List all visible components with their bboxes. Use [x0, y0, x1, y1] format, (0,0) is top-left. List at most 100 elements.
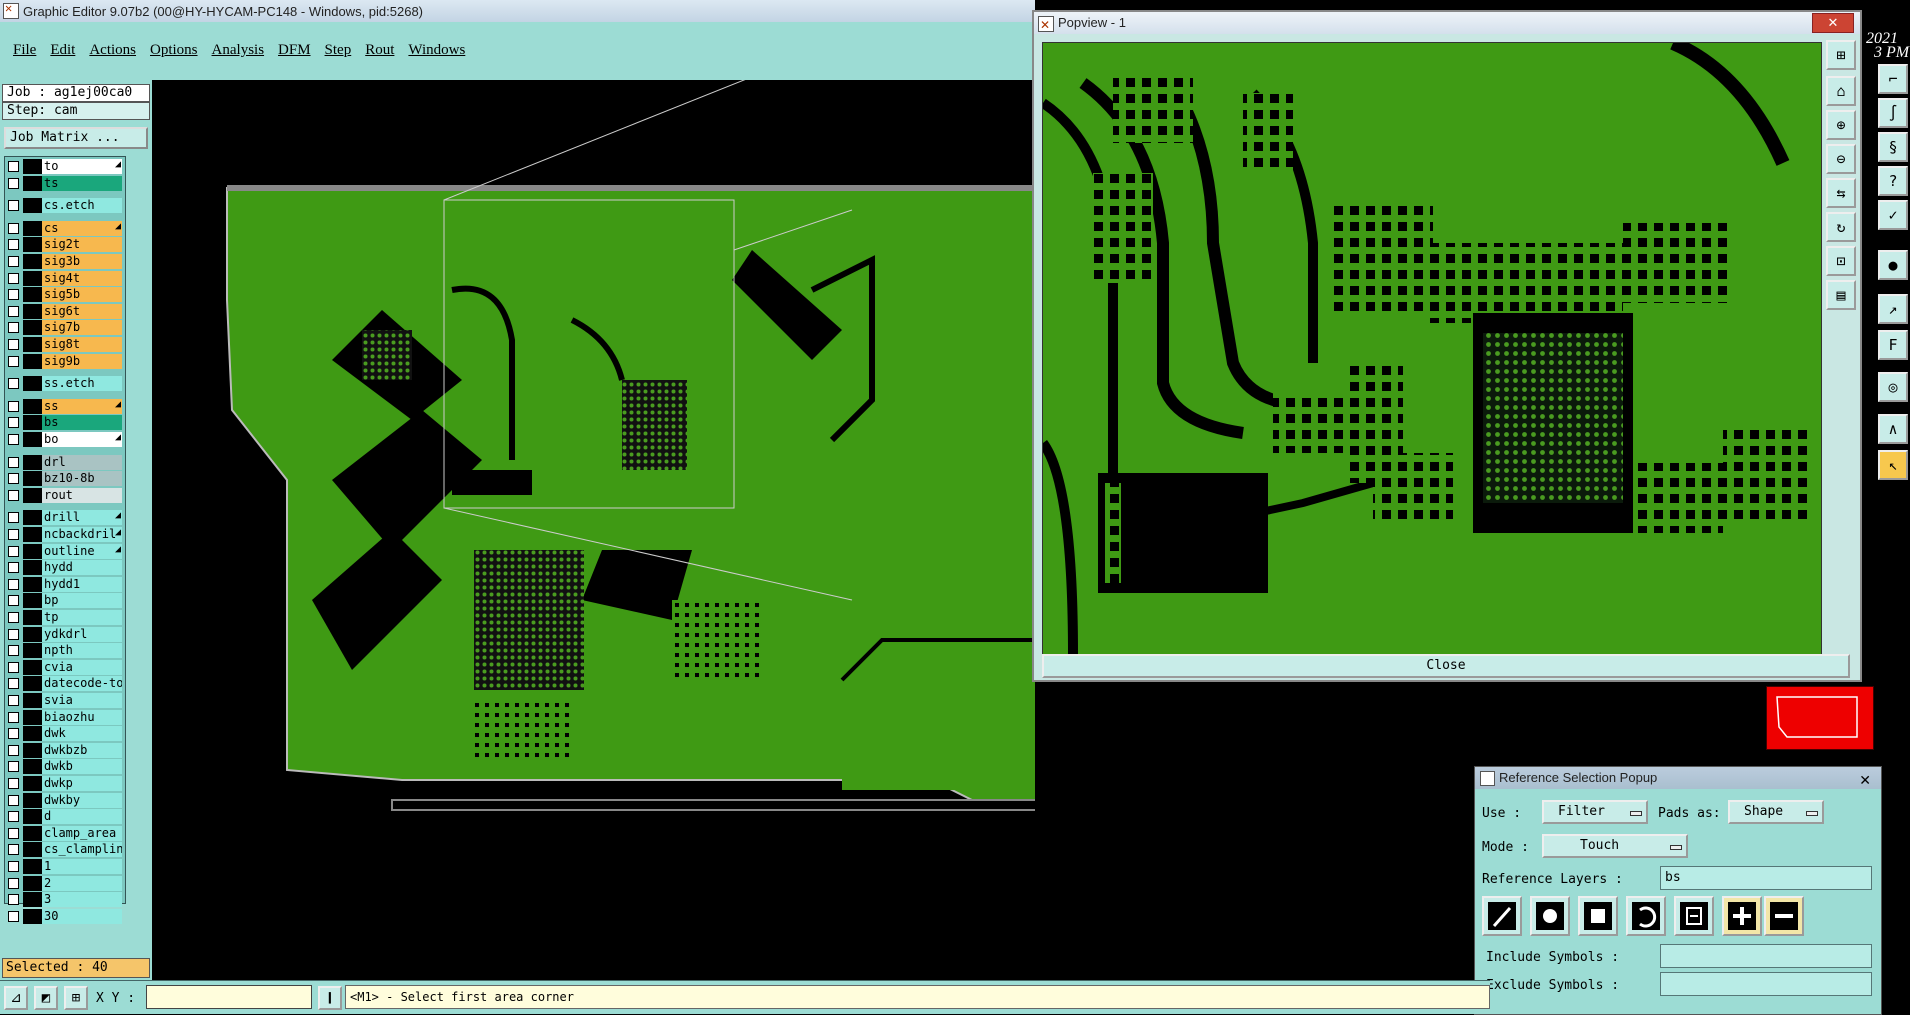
tool-d-icon[interactable]: ✓ [1878, 200, 1908, 230]
layer-checkbox[interactable] [8, 562, 19, 574]
fit-view-icon[interactable]: ⊞ [1826, 40, 1856, 70]
include-plus-icon[interactable] [1722, 896, 1762, 936]
layer-checkbox[interactable] [8, 434, 19, 445]
tool-g-icon[interactable]: F [1878, 330, 1908, 360]
home-view-icon[interactable]: ⌂ [1826, 76, 1856, 106]
layer-state-swatch[interactable] [23, 510, 42, 526]
layer-row-sig4t[interactable]: sig4t [5, 270, 123, 286]
layer-state-swatch[interactable] [23, 220, 42, 236]
exclude-minus-icon[interactable] [1764, 896, 1804, 936]
layer-row-svia[interactable]: svia [5, 693, 123, 708]
layer-row-drill[interactable]: drill ◢ [5, 510, 123, 526]
menu-dfm[interactable]: DFM [273, 42, 320, 59]
layer-checkbox[interactable] [8, 289, 19, 301]
layer-row-bp[interactable]: bp [5, 593, 123, 609]
layer-state-swatch[interactable] [23, 742, 42, 758]
tool-f-icon[interactable]: ↗ [1878, 294, 1908, 324]
layer-row-sig5b[interactable]: sig5b [5, 287, 123, 303]
layer-checkbox[interactable] [8, 400, 19, 412]
layer-checkbox[interactable] [8, 628, 19, 640]
layer-checkbox[interactable] [8, 177, 19, 189]
zoom-area-icon[interactable]: ⊿ [4, 986, 28, 1010]
info-icon[interactable]: ❙ [318, 986, 342, 1010]
layer-state-swatch[interactable] [23, 908, 42, 924]
menu-step[interactable]: Step [320, 42, 361, 59]
layer-checkbox[interactable] [8, 827, 19, 839]
layer-checkbox[interactable] [8, 661, 19, 673]
grid-icon[interactable]: ⊞ [64, 986, 88, 1010]
layer-row-cs.etch[interactable]: cs.etch [5, 198, 123, 214]
tool-h-icon[interactable]: ◎ [1878, 372, 1908, 402]
layer-state-swatch[interactable] [23, 593, 42, 609]
layer-checkbox[interactable] [8, 894, 19, 906]
measure-icon[interactable]: ◩ [34, 986, 58, 1010]
layer-row-hydd[interactable]: hydd [5, 560, 123, 576]
layer-state-swatch[interactable] [23, 875, 42, 891]
layer-state-swatch[interactable] [23, 776, 42, 791]
layer-state-swatch[interactable] [23, 809, 42, 825]
layer-checkbox[interactable] [8, 417, 19, 429]
redraw-icon[interactable]: ↻ [1826, 212, 1856, 242]
layer-state-swatch[interactable] [23, 376, 42, 392]
popview-close-x-button[interactable]: ✕ [1812, 13, 1854, 33]
circle-tool-icon[interactable] [1530, 896, 1570, 936]
layer-state-swatch[interactable] [23, 353, 42, 369]
layer-checkbox[interactable] [8, 355, 19, 367]
layer-row-outline[interactable]: outline ◢ [5, 543, 123, 559]
refsel-close-icon[interactable]: ✕ [1859, 769, 1871, 791]
layer-checkbox[interactable] [8, 861, 19, 872]
layer-checkbox[interactable] [8, 272, 19, 284]
layer-state-swatch[interactable] [23, 709, 42, 725]
layer-checkbox[interactable] [8, 645, 19, 657]
layer-state-swatch[interactable] [23, 254, 42, 269]
layer-state-swatch[interactable] [23, 576, 42, 592]
layer-row-npth[interactable]: npth [5, 643, 123, 659]
layer-checkbox[interactable] [8, 161, 19, 172]
layer-row-30[interactable]: 30 [5, 908, 123, 924]
popview-close-button[interactable]: Close [1042, 654, 1850, 678]
layer-checkbox[interactable] [8, 456, 19, 468]
layer-state-swatch[interactable] [23, 270, 42, 286]
layer-state-swatch[interactable] [23, 693, 42, 708]
zoom-box-icon[interactable]: ⊡ [1826, 246, 1856, 276]
tool-i-icon[interactable]: ∧ [1878, 414, 1908, 444]
layer-checkbox[interactable] [8, 305, 19, 317]
pan-icon[interactable]: ⇆ [1826, 178, 1856, 208]
layer-state-swatch[interactable] [23, 759, 42, 775]
layer-row-dwkb[interactable]: dwkb [5, 759, 123, 775]
layer-state-swatch[interactable] [23, 320, 42, 336]
layer-checkbox[interactable] [8, 200, 19, 212]
layer-row-sig7b[interactable]: sig7b [5, 320, 123, 336]
xy-input[interactable] [146, 985, 312, 1009]
layer-checkbox[interactable] [8, 778, 19, 789]
layer-checkbox[interactable] [8, 844, 19, 856]
layer-checkbox[interactable] [8, 529, 19, 540]
layer-state-swatch[interactable] [23, 454, 42, 470]
layer-state-swatch[interactable] [23, 237, 42, 253]
layer-state-swatch[interactable] [23, 859, 42, 874]
layer-checkbox[interactable] [8, 489, 19, 501]
layer-state-swatch[interactable] [23, 560, 42, 576]
job-matrix-button[interactable]: Job Matrix ... [4, 127, 148, 149]
layer-row-rout[interactable]: rout [5, 487, 123, 503]
layer-row-sig2t[interactable]: sig2t [5, 237, 123, 253]
layer-row-dwk[interactable]: dwk [5, 726, 123, 742]
mode-select[interactable]: Touch [1542, 834, 1688, 858]
layer-row-clamp_area[interactable]: clamp_area [5, 825, 123, 841]
layer-state-swatch[interactable] [23, 471, 42, 487]
layer-state-swatch[interactable] [23, 842, 42, 858]
pads-as-select[interactable]: Shape [1728, 800, 1824, 824]
layer-checkbox[interactable] [8, 877, 19, 889]
layer-row-d[interactable]: d [5, 809, 123, 825]
layer-view-icon[interactable]: ▤ [1826, 280, 1856, 310]
tool-c-icon[interactable]: § [1878, 132, 1908, 162]
layer-checkbox[interactable] [8, 678, 19, 690]
layer-row-hydd1[interactable]: hydd1 [5, 576, 123, 592]
layer-checkbox[interactable] [8, 728, 19, 740]
layer-checkbox[interactable] [8, 811, 19, 823]
layer-state-swatch[interactable] [23, 659, 42, 675]
layer-state-swatch[interactable] [23, 643, 42, 659]
layer-row-sig3b[interactable]: sig3b [5, 254, 123, 269]
layer-state-swatch[interactable] [23, 610, 42, 625]
layer-state-swatch[interactable] [23, 175, 42, 191]
